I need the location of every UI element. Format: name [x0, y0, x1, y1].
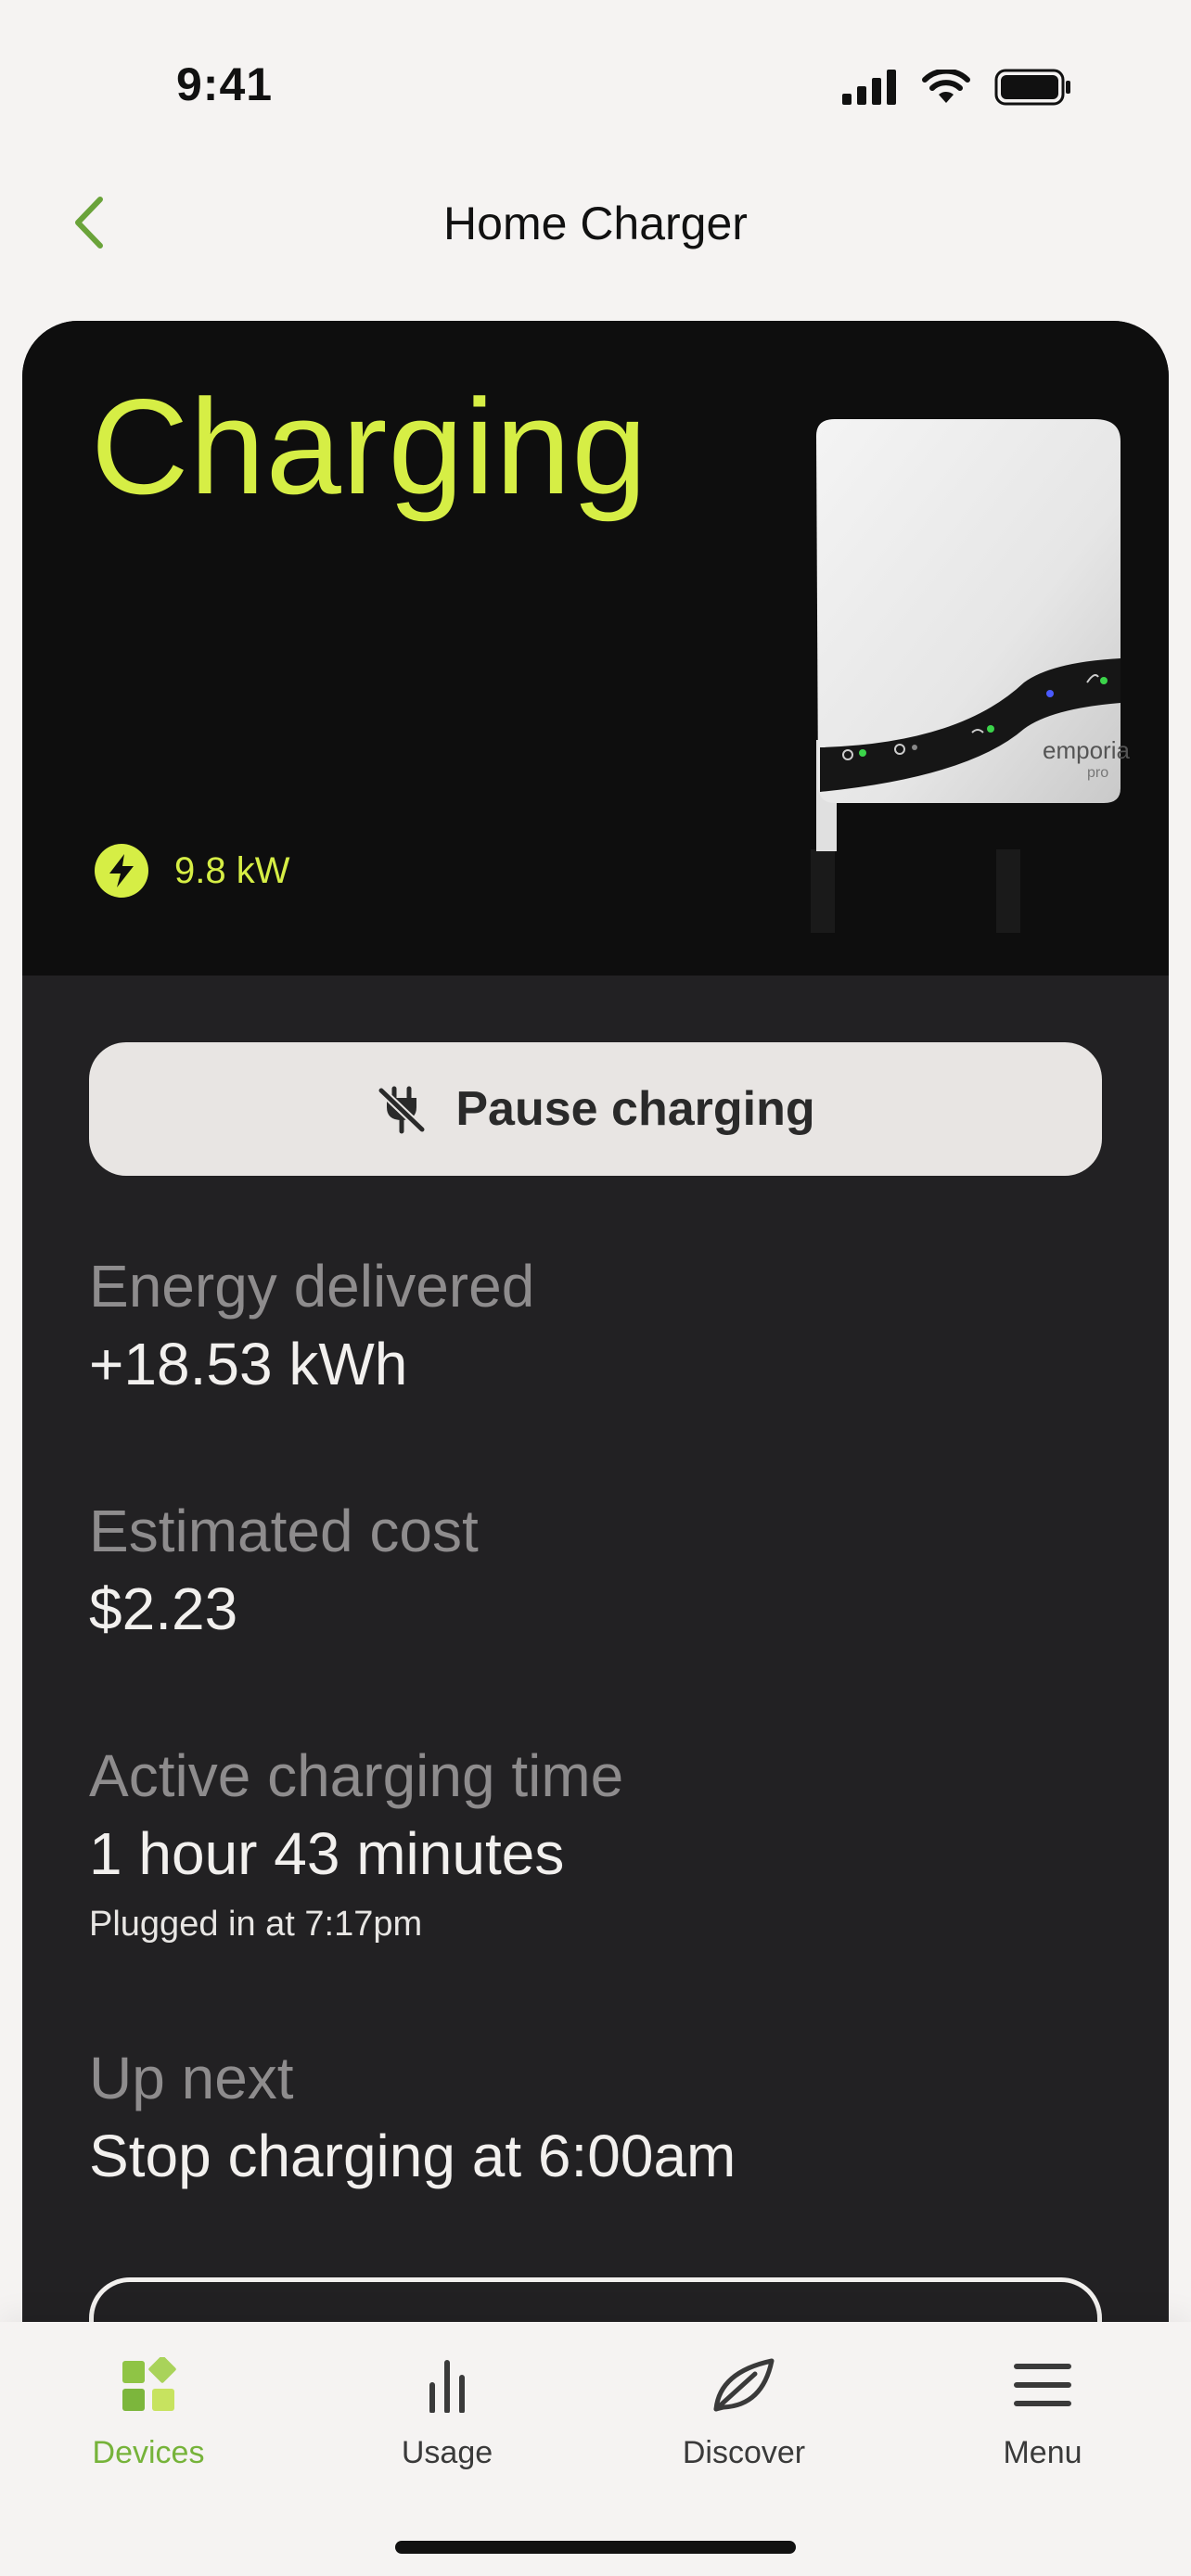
status-icons [842, 69, 1072, 106]
home-indicator[interactable] [395, 2541, 796, 2554]
tab-discover[interactable]: Discover [642, 2352, 846, 2471]
charging-hero: Charging emporia pro 9.8 kW [22, 321, 1169, 976]
stat-value: Stop charging at 6:00am [89, 2123, 736, 2189]
wifi-icon [922, 70, 970, 103]
stat-label: Energy delivered [89, 1253, 535, 1320]
stat-label: Active charging time [89, 1742, 624, 1809]
tab-usage[interactable]: Usage [345, 2352, 549, 2471]
menu-icon [941, 2352, 1145, 2418]
bolt-icon [95, 844, 148, 898]
tab-label: Discover [682, 2435, 806, 2470]
stat-value: +18.53 kWh [89, 1331, 408, 1397]
page-title: Home Charger [443, 198, 748, 249]
charger-image: emporia pro [774, 414, 1135, 937]
power-value: 9.8 kW [174, 849, 290, 891]
charger-brand: emporia [1043, 736, 1130, 764]
stat-estimated-cost: Estimated cost $2.23 [89, 1497, 479, 1643]
power-readout: 9.8 kW [95, 844, 289, 898]
stat-active-charging-time: Active charging time 1 hour 43 minutes P… [89, 1741, 623, 1945]
tab-label: Devices [92, 2435, 205, 2470]
plug-off-icon [377, 1086, 427, 1134]
stat-value: 1 hour 43 minutes [89, 1820, 565, 1887]
stat-up-next: Up next Stop charging at 6:00am [89, 2044, 736, 2190]
status-bar: 9:41 [0, 0, 1191, 176]
stat-value: $2.23 [89, 1575, 238, 1642]
stat-label: Estimated cost [89, 1498, 479, 1564]
charger-model: pro [1087, 765, 1108, 781]
tab-bar: Devices Usage Discover Menu [0, 2322, 1191, 2576]
tab-menu[interactable]: Menu [941, 2352, 1145, 2471]
pause-charging-label: Pause charging [455, 1082, 815, 1136]
devices-icon [46, 2352, 250, 2418]
stat-label: Up next [89, 2045, 294, 2111]
charging-status: Charging [91, 371, 648, 522]
signal-icon [842, 70, 896, 105]
usage-icon [345, 2352, 549, 2418]
plugged-in-time: Plugged in at 7:17pm [89, 1905, 423, 1944]
tab-label: Usage [401, 2435, 493, 2470]
tab-devices[interactable]: Devices [46, 2352, 250, 2471]
leaf-icon [642, 2352, 846, 2418]
status-time: 9:41 [176, 58, 274, 110]
charger-card: Charging emporia pro 9.8 kW Pause chargi… [22, 321, 1169, 2324]
stat-energy-delivered: Energy delivered +18.53 kWh [89, 1252, 534, 1398]
pause-charging-button[interactable]: Pause charging [89, 1042, 1102, 1176]
battery-icon [994, 69, 1070, 106]
schedule-button[interactable] [89, 2277, 1102, 2324]
tab-label: Menu [1003, 2435, 1082, 2470]
